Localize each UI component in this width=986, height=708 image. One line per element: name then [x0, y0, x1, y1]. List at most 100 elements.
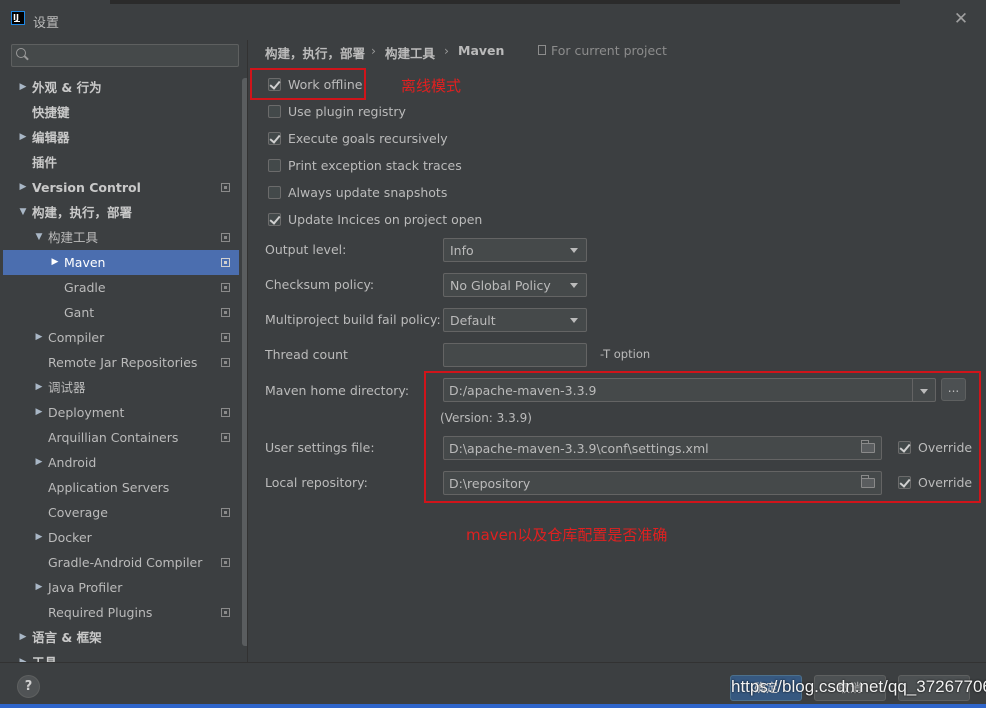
sidebar-item[interactable]: ▶工具 [3, 650, 239, 662]
expand-arrow-icon[interactable]: ▼ [33, 225, 45, 250]
title-strip [110, 0, 900, 4]
sidebar-item[interactable]: Gradle-Android Compiler [3, 550, 239, 575]
chevron-down-icon [570, 318, 578, 323]
sidebar-item[interactable]: ▼ 构建，执行，部署 [3, 200, 239, 225]
collapse-arrow-icon[interactable]: ▶ [33, 325, 45, 350]
sidebar-item-label: Coverage [48, 505, 108, 520]
thread-count-input[interactable] [449, 347, 561, 364]
sidebar-item-label: Maven [64, 255, 106, 270]
title-bar: IJ 设置 ✕ [0, 0, 986, 40]
window-title: 设置 [33, 16, 60, 31]
splitter[interactable] [247, 40, 248, 662]
sidebar-item-label: Arquillian Containers [48, 430, 179, 445]
intellij-app-icon: IJ [11, 11, 25, 25]
collapse-arrow-icon[interactable]: ▶ [17, 175, 29, 200]
multiproject-label: Multiproject build fail policy: [265, 312, 441, 327]
sidebar-item-label: Required Plugins [48, 605, 153, 620]
collapse-arrow-icon[interactable]: ▶ [33, 575, 45, 600]
checksum-policy-select[interactable]: No Global Policy [443, 273, 587, 297]
sidebar-item-label: Compiler [48, 330, 105, 345]
scope-label: For current project [551, 43, 667, 58]
sidebar-item-label: Deployment [48, 405, 125, 420]
collapse-arrow-icon[interactable]: ▶ [17, 625, 29, 650]
breadcrumb-separator: › [444, 43, 449, 58]
maven-config-annotation: maven以及仓库配置是否准确 [466, 526, 668, 544]
search-input[interactable] [32, 46, 232, 65]
sidebar-item[interactable]: ▶ 外观 & 行为 [3, 75, 239, 100]
sidebar-item-label: 构建工具 [48, 230, 99, 245]
thread-count-label: Thread count [265, 347, 348, 362]
close-icon: ✕ [953, 9, 969, 29]
project-scope-icon [221, 508, 230, 517]
settings-tree: ▶ 外观 & 行为 快捷键 ▶ 编辑器 插件 ▶ Version Control ▼ 构建，执行，… [3, 75, 239, 662]
sidebar-item[interactable]: 插件 [3, 150, 239, 175]
sidebar-item[interactable]: Arquillian Containers [3, 425, 239, 450]
project-scope-icon [221, 358, 230, 367]
sidebar-item-label: Docker [48, 530, 92, 545]
thread-count-field[interactable] [443, 343, 587, 367]
sidebar-item[interactable]: Application Servers [3, 475, 239, 500]
project-scope-icon [221, 333, 230, 342]
checkbox-unchecked-icon [268, 105, 281, 118]
sidebar-item-label: Gant [64, 305, 95, 320]
collapse-arrow-icon[interactable]: ▶ [33, 375, 45, 400]
project-scope-icon [221, 308, 230, 317]
sidebar-item[interactable]: ▶ 编辑器 [3, 125, 239, 150]
collapse-arrow-icon[interactable]: ▶ [17, 75, 29, 100]
output-level-select[interactable]: Info [443, 238, 587, 262]
collapse-arrow-icon[interactable]: ▶ [33, 450, 45, 475]
t-option-label: -T option [600, 347, 651, 361]
sidebar-item[interactable]: 快捷键 [3, 100, 239, 125]
project-scope-icon [221, 433, 230, 442]
project-scope-icon [221, 283, 230, 292]
window-frame-edge [0, 704, 986, 708]
collapse-arrow-icon[interactable]: ▶ [17, 125, 29, 150]
chevron-down-icon [570, 283, 578, 288]
sidebar-item-label: 快捷键 [32, 105, 70, 120]
expand-arrow-icon[interactable]: ▼ [17, 200, 29, 225]
project-scope-icon [221, 183, 230, 192]
sidebar-item[interactable]: ▼ 构建工具 [3, 225, 239, 250]
search-icon [16, 48, 26, 58]
sidebar-item[interactable]: ▶ 语言 & 框架 [3, 625, 239, 650]
sidebar-item[interactable]: ▶ Docker [3, 525, 239, 550]
help-icon: ? [24, 679, 33, 694]
close-button[interactable]: ✕ [950, 8, 972, 30]
local-repository-label: Local repository: [265, 475, 368, 490]
sidebar-item[interactable]: Remote Jar Repositories [3, 350, 239, 375]
sidebar-item[interactable]: Coverage [3, 500, 239, 525]
sidebar-item[interactable]: Gant [3, 300, 239, 325]
sidebar-item[interactable]: ▶ Compiler [3, 325, 239, 350]
sidebar-item-label: Java Profiler [48, 580, 123, 595]
sidebar-item[interactable]: ▶ Java Profiler [3, 575, 239, 600]
collapse-arrow-icon[interactable]: ▶ [33, 400, 45, 425]
sidebar-item-label: Version Control [32, 180, 141, 195]
sidebar-item[interactable]: ▶ 调试器 [3, 375, 239, 400]
sidebar-item[interactable]: Gradle [3, 275, 239, 300]
sidebar-item[interactable]: ▶ Android [3, 450, 239, 475]
settings-search[interactable] [11, 44, 239, 67]
sidebar-item[interactable]: ▶ Deployment [3, 400, 239, 425]
multiproject-select[interactable]: Default [443, 308, 587, 332]
sidebar-item[interactable]: ▶ Maven [3, 250, 239, 275]
settings-sidebar: ▶ 外观 & 行为 快捷键 ▶ 编辑器 插件 ▶ Version Control ▼ 构建，执行，… [3, 40, 247, 662]
sidebar-item-label: Android [48, 455, 97, 470]
project-scope-icon [221, 233, 230, 242]
output-level-label: Output level: [265, 242, 347, 257]
checksum-policy-label: Checksum policy: [265, 277, 375, 292]
chevron-down-icon [570, 248, 578, 253]
help-button[interactable]: ? [17, 675, 40, 698]
collapse-arrow-icon[interactable]: ▶ [49, 250, 61, 275]
project-scope-icon [221, 558, 230, 567]
sidebar-item[interactable]: Required Plugins [3, 600, 239, 625]
offline-annotation: 离线模式 [401, 77, 462, 95]
project-scope-icon [221, 258, 230, 267]
sidebar-item-label: Gradle [64, 280, 106, 295]
sidebar-item-label: 编辑器 [32, 130, 70, 145]
collapse-arrow-icon[interactable]: ▶ [17, 650, 29, 662]
sidebar-item-label: Gradle-Android Compiler [48, 555, 203, 570]
sidebar-item[interactable]: ▶ Version Control [3, 175, 239, 200]
breadcrumb-build-tools: 构建工具 [385, 46, 436, 61]
collapse-arrow-icon[interactable]: ▶ [33, 525, 45, 550]
user-settings-label: User settings file: [265, 440, 375, 455]
